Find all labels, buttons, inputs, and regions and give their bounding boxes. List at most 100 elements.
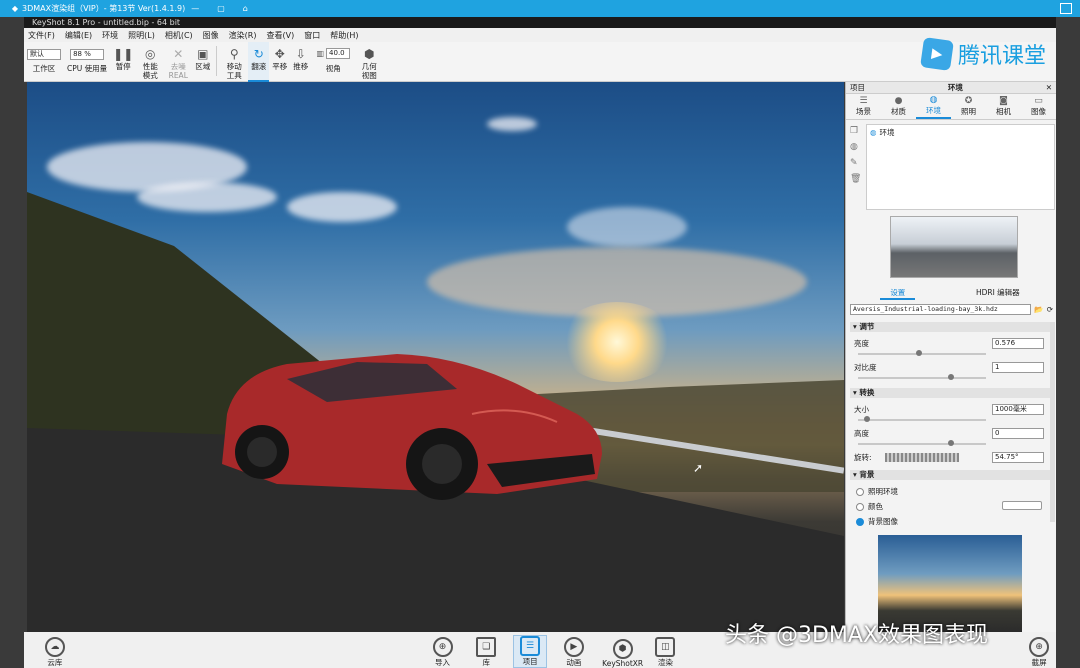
dock-library[interactable]: ❑ 库 — [469, 637, 503, 668]
bg-option-lighting[interactable]: 照明环境 — [856, 486, 898, 497]
move-tool-button[interactable]: ⚲ 移动工具 — [220, 42, 248, 82]
contrast-slider[interactable] — [858, 374, 986, 380]
slider-knob[interactable] — [864, 416, 871, 422]
menu-camera[interactable]: 相机(C) — [165, 30, 193, 41]
tab-image-label: 图像 — [1031, 107, 1046, 116]
tab-hdri-editor[interactable]: HDRI 编辑器 — [976, 287, 1020, 300]
duplicate-icon[interactable]: ❐ — [850, 126, 861, 136]
fov-label: 视角 — [325, 64, 341, 73]
hdri-preview[interactable] — [890, 216, 1018, 278]
region-button[interactable]: ▣ 区域 — [192, 42, 213, 82]
rotation-dial[interactable] — [884, 453, 959, 462]
maximize-button[interactable] — [1060, 3, 1072, 14]
dolly-button[interactable]: ⇩ 推移 — [290, 42, 311, 82]
radio-icon — [856, 502, 864, 511]
menu-lighting[interactable]: 照明(L) — [128, 30, 155, 41]
menu-render[interactable]: 渲染(R) — [229, 30, 257, 41]
tab-environment[interactable]: ◍ 环境 — [916, 94, 951, 119]
radio-icon — [856, 487, 864, 496]
perf-mode-button[interactable]: ◎ 性能模式 — [136, 42, 164, 82]
dock-label: 截屏 — [1031, 658, 1047, 667]
height-input[interactable]: 0 — [992, 428, 1044, 439]
contrast-input[interactable]: 1 — [992, 362, 1044, 373]
environment-panel: 项目 环境 ✕ ☰ 场景 ● 材质 ◍ 环境 ✪ 照明 ◙ 相机 ▭ 图像 ❐ ◍ ✎ 🗑 … — [845, 82, 1056, 632]
height-slider[interactable] — [858, 440, 986, 446]
edit-icon[interactable]: ✎ — [850, 158, 861, 168]
menu-image[interactable]: 图像 — [203, 30, 219, 41]
menu-view[interactable]: 查看(V) — [266, 30, 294, 41]
section-adjust[interactable]: ▾ 调节 — [850, 322, 1053, 332]
bg-option-image[interactable]: 背景图像 — [856, 516, 898, 527]
cloud — [287, 192, 397, 222]
hdri-file-field[interactable]: Aversis_Industrial-loading-bay_3k.hdz — [850, 304, 1032, 315]
denoise-button[interactable]: ✕ 去噪 REAL — [164, 42, 192, 82]
cloud — [137, 182, 277, 212]
bulb-icon: ✪ — [964, 96, 973, 106]
refresh-icon[interactable]: ⟳ — [1047, 305, 1053, 314]
pan-button[interactable]: ✥ 平移 — [269, 42, 290, 82]
fov-group: ▥ 40.0 视角 — [311, 42, 355, 82]
tab-settings[interactable]: 设置 — [880, 287, 916, 300]
dock-screenshot[interactable]: ⊕ 截屏 — [1022, 637, 1056, 668]
rotation-row: 旋转: 54.75° — [854, 452, 1044, 463]
cube-view-icon: ⬢ — [364, 47, 375, 61]
screenshot-icon: ⊕ — [1029, 637, 1050, 657]
brightness-slider[interactable] — [858, 350, 986, 356]
slider-knob[interactable] — [947, 440, 954, 446]
menu-edit[interactable]: 编辑(E) — [65, 30, 92, 41]
tab-scene[interactable]: ☰ 场景 — [846, 94, 881, 119]
bg-option-color[interactable]: 颜色 — [856, 501, 883, 512]
tab-camera[interactable]: ◙ 相机 — [986, 94, 1021, 119]
brightness-input[interactable]: 0.576 — [992, 338, 1044, 349]
menu-environment[interactable]: 环境 — [102, 30, 118, 41]
dock-project[interactable]: ☰ 项目 — [513, 635, 547, 668]
outer-title: 3DMAX渲染组（VIP）- 第13节 Ver(1.4.1.9) — [22, 4, 186, 13]
panel-close-icon[interactable]: ✕ — [1046, 83, 1052, 92]
size-slider[interactable] — [858, 416, 986, 422]
slider-knob[interactable] — [947, 374, 954, 380]
dock-render[interactable]: ◫ 渲染 — [649, 637, 683, 668]
geometry-view-button[interactable]: ⬢ 几何视图 — [355, 42, 383, 82]
denoise-icon: ✕ — [173, 47, 184, 61]
logo-text: 腾讯课堂 — [957, 44, 1046, 69]
dock-keyshotxr[interactable]: ⬢ KeyShotXR — [601, 639, 645, 668]
dock-animation[interactable]: ▶ 动画 — [557, 637, 591, 668]
dock-label: KeyShotXR — [602, 659, 644, 668]
menu-help[interactable]: 帮助(H) — [330, 30, 358, 41]
section-transform[interactable]: ▾ 转换 — [850, 388, 1053, 398]
size-input[interactable]: 1000毫米 — [992, 404, 1044, 415]
pin-icon[interactable]: — — [191, 4, 199, 13]
home-icon[interactable]: ⌂ — [243, 4, 248, 13]
import-icon: ⊕ — [432, 637, 453, 657]
cpu-label: CPU 使用量 — [67, 64, 108, 73]
tab-material[interactable]: ● 材质 — [881, 94, 916, 119]
workspace-select[interactable]: 默认 — [27, 49, 61, 60]
window-icon[interactable]: ▢ — [217, 4, 225, 13]
list-item[interactable]: ◍ 环境 — [867, 125, 1054, 140]
tumble-button[interactable]: ↻ 翻滚 — [248, 42, 270, 82]
toolbar-separator — [216, 46, 218, 76]
dock-cloud-library[interactable]: ☁ 云库 — [38, 637, 72, 668]
geometry-view-label: 几何视图 — [361, 62, 377, 80]
fov-input[interactable]: 40.0 — [326, 48, 351, 59]
window-title: KeyShot 8.1 Pro - untitled.bip - 64 bit — [24, 17, 1056, 28]
trash-icon[interactable]: 🗑 — [850, 174, 861, 184]
tab-lighting[interactable]: ✪ 照明 — [951, 94, 986, 119]
tab-environment-label: 环境 — [926, 106, 941, 115]
outer-titlebar: ◆ 3DMAX渲染组（VIP）- 第13节 Ver(1.4.1.9) — ▢ ⌂ — [0, 0, 1080, 17]
rotation-input[interactable]: 54.75° — [992, 452, 1044, 463]
menu-window[interactable]: 窗口 — [304, 30, 320, 41]
menu-file[interactable]: 文件(F) — [28, 30, 55, 41]
fov-icon: ▥ — [316, 49, 325, 58]
add-env-icon[interactable]: ◍ — [850, 142, 861, 152]
bg-color-swatch[interactable] — [1002, 501, 1042, 510]
render-viewport[interactable]: ➚ — [27, 82, 844, 632]
cpu-select[interactable]: 88 % — [70, 49, 105, 60]
pause-button[interactable]: ❚❚ 暂停 — [110, 42, 136, 82]
folder-icon[interactable]: 📂 — [1034, 305, 1043, 314]
dock-import[interactable]: ⊕ 导入 — [426, 637, 460, 668]
slider-knob[interactable] — [915, 350, 922, 356]
tab-image[interactable]: ▭ 图像 — [1021, 94, 1056, 119]
panel-scrollbar[interactable] — [1050, 322, 1055, 522]
section-background[interactable]: ▾ 背景 — [850, 470, 1053, 480]
